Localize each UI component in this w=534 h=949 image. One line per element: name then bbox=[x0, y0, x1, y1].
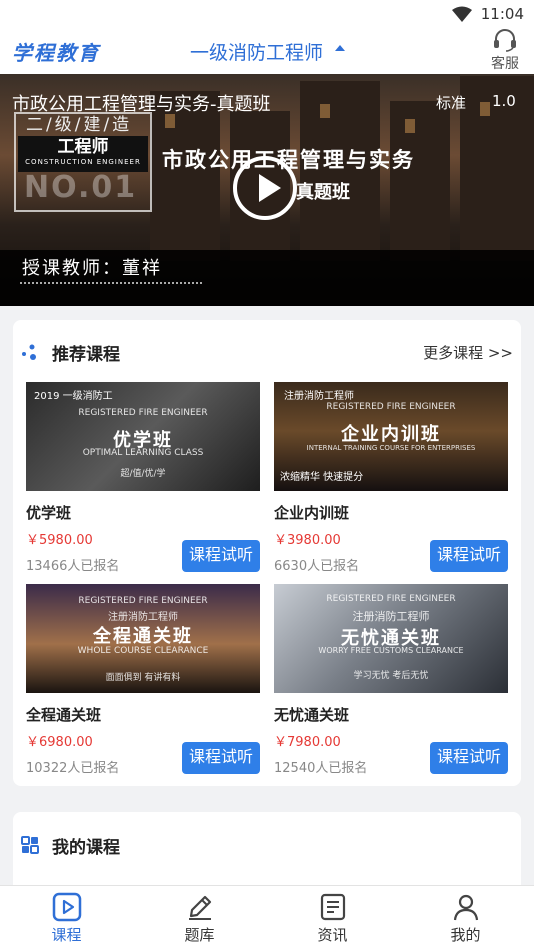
thumb-eng: REGISTERED FIRE ENGINEER bbox=[326, 402, 456, 412]
course-name: 全程通关班 bbox=[26, 706, 102, 724]
course-name: 无忧通关班 bbox=[274, 706, 350, 724]
recommended-courses-card: 推荐课程 更多课程 >> 2019 一级消防工 REGISTERED FIRE … bbox=[13, 320, 521, 786]
course-price: ￥7980.00 bbox=[274, 735, 341, 750]
more-courses-link[interactable]: 更多课程 >> bbox=[423, 342, 513, 363]
course-card[interactable]: REGISTERED FIRE ENGINEER 注册消防工程师 全程通关班 W… bbox=[26, 584, 260, 776]
quality-button[interactable]: 标准 bbox=[436, 92, 466, 113]
tab-label: 课程 bbox=[51, 926, 82, 944]
course-card[interactable]: REGISTERED FIRE ENGINEER 注册消防工程师 无忧通关班 W… bbox=[274, 584, 508, 776]
thumb-eng: REGISTERED FIRE ENGINEER bbox=[78, 408, 208, 418]
headset-icon bbox=[494, 29, 516, 52]
video-player[interactable]: 二/级/建/造 工程师 CONSTRUCTION ENGINEER NO.01 … bbox=[0, 74, 534, 306]
window-light bbox=[165, 114, 175, 128]
poster-badge: 工程师 CONSTRUCTION ENGINEER bbox=[18, 136, 148, 172]
poster-subline: 真题班 bbox=[296, 182, 350, 203]
my-courses-card: 我的课程 bbox=[13, 812, 521, 892]
customer-service-button[interactable]: 客服 bbox=[488, 28, 522, 74]
dots-icon bbox=[22, 344, 36, 360]
status-bar: 11:04 bbox=[0, 0, 534, 28]
customer-service-label: 客服 bbox=[491, 56, 519, 72]
thumb-foot: 面面俱到 有讲有料 bbox=[105, 673, 181, 683]
thumb-sub: WHOLE COURSE CLEARANCE bbox=[77, 646, 209, 656]
thumb-sub: WORRY FREE CUSTOMS CLEARANCE bbox=[318, 646, 464, 655]
play-icon bbox=[259, 174, 281, 202]
course-price: ￥5980.00 bbox=[26, 533, 93, 548]
caret-up-icon[interactable] bbox=[335, 45, 345, 51]
thumb-tag: 注册消防工程师 bbox=[108, 612, 178, 623]
status-time: 11:04 bbox=[480, 5, 524, 23]
play-button[interactable] bbox=[233, 156, 297, 220]
building-silhouette bbox=[390, 101, 450, 261]
window-light bbox=[405, 119, 415, 133]
thumb-tag: 注册消防工程师 bbox=[352, 610, 430, 623]
section-title: 我的课程 bbox=[52, 838, 120, 858]
course-enrolled: 13466人已报名 bbox=[26, 559, 120, 574]
thumb-foot: 学习无忧 考后无忧 bbox=[353, 671, 429, 681]
trial-button[interactable]: 课程试听 bbox=[430, 540, 508, 572]
trial-button[interactable]: 课程试听 bbox=[430, 742, 508, 774]
poster-badge-sub: CONSTRUCTION ENGINEER bbox=[25, 158, 141, 166]
trial-button[interactable]: 课程试听 bbox=[182, 742, 260, 774]
thumb-eng: REGISTERED FIRE ENGINEER bbox=[326, 594, 456, 604]
tab-news[interactable]: 资讯 bbox=[266, 886, 399, 949]
speed-button[interactable]: 1.0 bbox=[492, 92, 516, 110]
teacher-underline bbox=[20, 282, 202, 284]
course-thumbnail: REGISTERED FIRE ENGINEER 注册消防工程师 无忧通关班 W… bbox=[274, 584, 508, 693]
trial-button[interactable]: 课程试听 bbox=[182, 540, 260, 572]
tab-courses[interactable]: 课程 bbox=[0, 886, 133, 949]
thumb-tag: 2019 一级消防工 bbox=[34, 391, 113, 402]
thumb-sub: INTERNAL TRAINING COURSE FOR ENTERPRISES bbox=[306, 444, 476, 452]
course-enrolled: 10322人已报名 bbox=[26, 761, 120, 776]
thumb-foot: 超/值/优/学 bbox=[120, 469, 166, 479]
thumb-tag: 注册消防工程师 bbox=[284, 391, 354, 402]
course-price: ￥3980.00 bbox=[274, 533, 341, 548]
tab-question-bank[interactable]: 题库 bbox=[133, 886, 266, 949]
app-header: 学程教育 一级消防工程师 客服 bbox=[0, 28, 534, 74]
tab-profile[interactable]: 我的 bbox=[399, 886, 532, 949]
pencil-icon bbox=[188, 895, 211, 920]
course-enrolled: 12540人已报名 bbox=[274, 761, 368, 776]
video-title: 市政公用工程管理与实务-真题班 bbox=[12, 94, 271, 115]
course-price: ￥6980.00 bbox=[26, 735, 93, 750]
window-light bbox=[480, 102, 490, 116]
building-silhouette bbox=[150, 91, 220, 261]
news-icon bbox=[320, 893, 345, 921]
user-icon bbox=[453, 894, 478, 921]
thumb-main: 企业内训班 bbox=[341, 424, 441, 445]
course-card[interactable]: 注册消防工程师 REGISTERED FIRE ENGINEER 企业内训班 I… bbox=[274, 382, 508, 574]
bottom-tab-bar: 课程 题库 资讯 我的 bbox=[0, 885, 534, 949]
grid-icon bbox=[21, 836, 39, 854]
poster-teacher: 授课教师：董祥 bbox=[22, 258, 162, 279]
poster-number: NO.01 bbox=[24, 170, 138, 205]
section-title: 推荐课程 bbox=[52, 345, 120, 365]
play-icon bbox=[52, 892, 81, 922]
course-name: 企业内训班 bbox=[274, 504, 350, 522]
thumb-foot: 浓缩精华 快速提分 bbox=[280, 472, 364, 483]
course-name: 优学班 bbox=[26, 504, 72, 522]
tab-label: 题库 bbox=[184, 926, 215, 944]
thumb-main: 全程通关班 bbox=[93, 626, 193, 647]
course-thumbnail: 2019 一级消防工 REGISTERED FIRE ENGINEER 优学班 … bbox=[26, 382, 260, 491]
tab-label: 资讯 bbox=[317, 926, 348, 944]
course-thumbnail: 注册消防工程师 REGISTERED FIRE ENGINEER 企业内训班 I… bbox=[274, 382, 508, 491]
course-thumbnail: REGISTERED FIRE ENGINEER 注册消防工程师 全程通关班 W… bbox=[26, 584, 260, 693]
thumb-sub: OPTIMAL LEARNING CLASS bbox=[82, 448, 204, 458]
window-light bbox=[320, 104, 330, 118]
app-logo: 学程教育 bbox=[12, 41, 100, 65]
course-enrolled: 6630人已报名 bbox=[274, 559, 360, 574]
tab-label: 我的 bbox=[450, 926, 481, 944]
course-card[interactable]: 2019 一级消防工 REGISTERED FIRE ENGINEER 优学班 … bbox=[26, 382, 260, 574]
wifi-icon bbox=[452, 6, 472, 22]
thumb-eng: REGISTERED FIRE ENGINEER bbox=[78, 596, 208, 606]
poster-badge-title: 工程师 bbox=[57, 137, 109, 157]
exam-selector[interactable]: 一级消防工程师 bbox=[190, 38, 323, 65]
